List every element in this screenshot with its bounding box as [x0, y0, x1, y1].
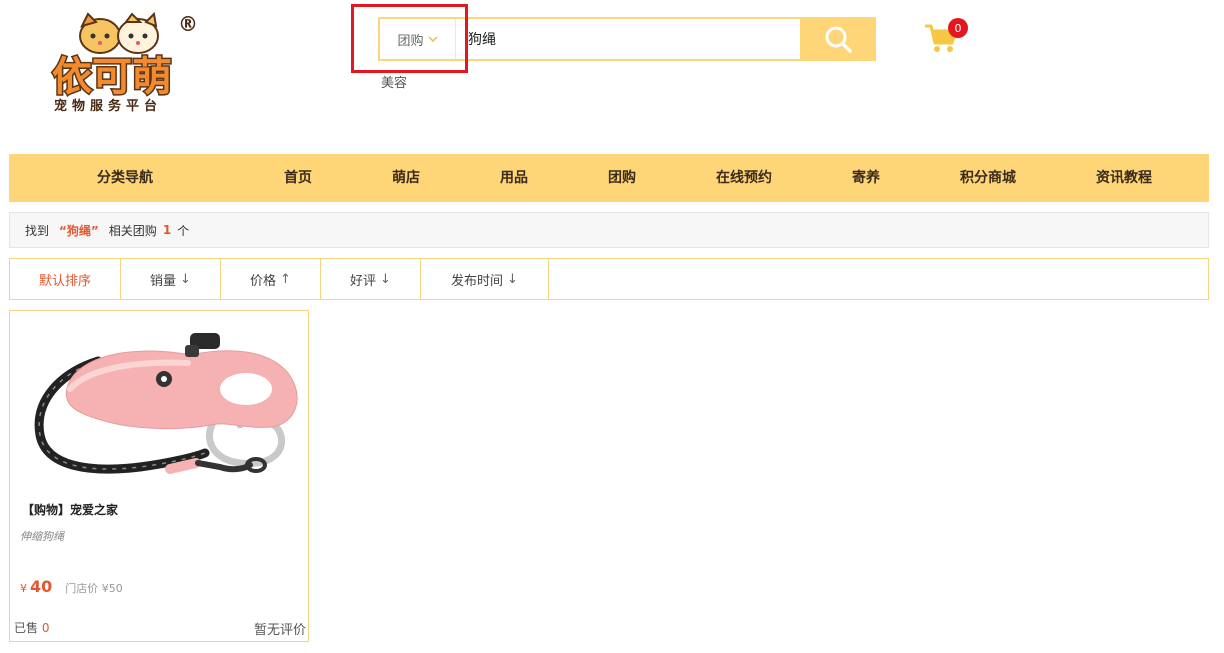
nav-item-boarding[interactable]: 寄养	[852, 154, 880, 202]
search-type-select[interactable]: 团购	[380, 19, 456, 59]
nav-item-home[interactable]: 首页	[284, 154, 312, 202]
registered-mark: ®	[178, 12, 198, 36]
sold-count: 0	[41, 621, 50, 635]
search-box: 团购	[378, 17, 800, 61]
review-status: 暂无评价	[253, 623, 306, 638]
search-input[interactable]	[456, 19, 800, 59]
nav-item-points-mall[interactable]: 积分商城	[960, 154, 1016, 202]
sort-sales[interactable]: 销量 ↓	[121, 259, 221, 299]
arrow-down-icon: ↓	[380, 271, 391, 287]
sort-rating-label: 好评	[350, 273, 377, 289]
nav-item-supplies[interactable]: 用品	[500, 154, 528, 202]
arrow-up-icon: ↑	[280, 271, 291, 287]
search-type-label: 团购	[397, 33, 424, 49]
currency-symbol: ¥	[20, 582, 27, 595]
hot-keyword-link[interactable]: 美容	[381, 72, 407, 91]
site-logo[interactable]: 依可萌 宠物服务平台	[48, 10, 198, 118]
result-count: 1	[162, 223, 172, 237]
logo-text: 依可萌	[52, 54, 172, 100]
result-summary: 找到 “狗绳” 相关团购 1 个	[9, 212, 1209, 248]
search-icon	[825, 26, 852, 53]
search-bar: 团购	[378, 17, 876, 61]
sort-time[interactable]: 发布时间 ↓	[421, 259, 549, 299]
result-middle: 相关团购	[108, 223, 157, 238]
sort-price-label: 价格	[250, 273, 277, 289]
logo-subtitle: 宠物服务平台	[54, 98, 162, 114]
sold-info: 已售 0	[14, 619, 49, 636]
product-card[interactable]: 【购物】宠爱之家 伸缩狗绳 ¥ 40 门店价 ¥50 已售 0 暂无评价	[9, 310, 309, 642]
nav-item-group-buy[interactable]: 团购	[608, 154, 636, 202]
nav-item-news[interactable]: 资讯教程	[1096, 154, 1152, 202]
search-button[interactable]	[800, 17, 876, 61]
sort-price[interactable]: 价格 ↑	[221, 259, 321, 299]
arrow-down-icon: ↓	[180, 271, 191, 287]
nav-item-booking[interactable]: 在线预约	[716, 154, 772, 202]
price-value: 40	[30, 577, 53, 596]
store-price: 门店价 ¥50	[65, 582, 123, 595]
chevron-down-icon	[427, 36, 438, 43]
main-nav: 分类导航 首页 萌店 用品 团购 在线预约 寄养 积分商城 资讯教程	[9, 154, 1209, 202]
sort-sales-label: 销量	[150, 273, 177, 289]
sold-label: 已售	[14, 621, 39, 635]
product-title[interactable]: 【购物】宠爱之家	[22, 501, 118, 518]
sort-default-label: 默认排序	[38, 273, 91, 289]
product-image	[34, 333, 298, 474]
result-prefix: 找到	[25, 223, 50, 238]
nav-category[interactable]: 分类导航	[97, 154, 153, 202]
nav-item-shops[interactable]: 萌店	[392, 154, 420, 202]
product-subtitle: 伸缩狗绳	[20, 530, 64, 543]
sort-time-label: 发布时间	[451, 273, 504, 289]
sort-rating[interactable]: 好评 ↓	[321, 259, 421, 299]
cart-count-badge: 0	[948, 18, 968, 38]
sort-default[interactable]: 默认排序	[10, 259, 121, 299]
sort-bar: 默认排序 销量 ↓ 价格 ↑ 好评 ↓ 发布时间 ↓	[9, 258, 1209, 300]
product-price: ¥ 40 门店价 ¥50	[20, 577, 123, 596]
result-keyword: “狗绳”	[59, 223, 99, 238]
arrow-down-icon: ↓	[507, 271, 518, 287]
result-suffix: 个	[177, 223, 190, 238]
